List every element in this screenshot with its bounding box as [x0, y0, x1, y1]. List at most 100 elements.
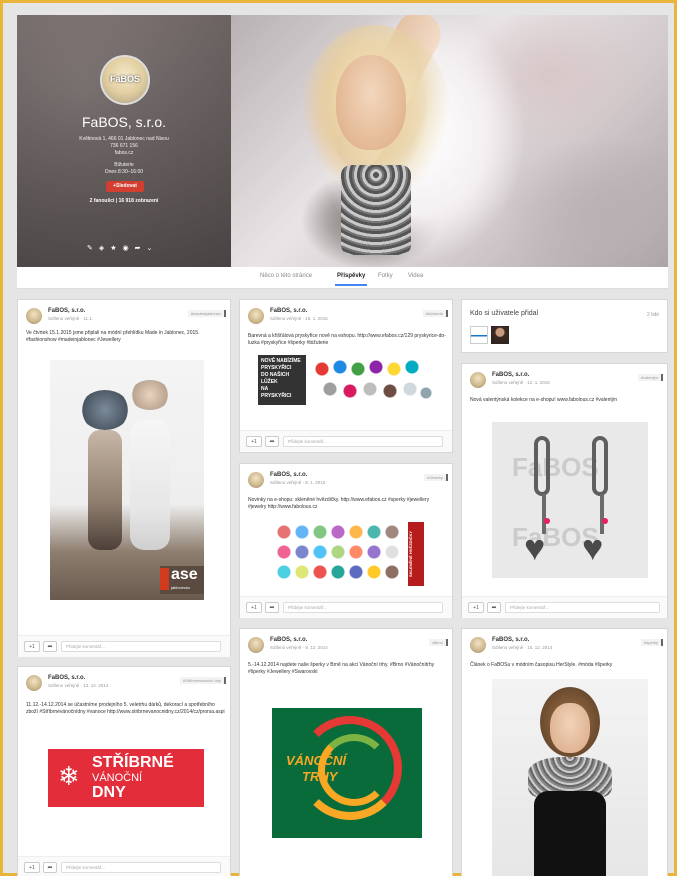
cover-photo: [231, 15, 668, 267]
post-photo[interactable]: FaBOS FaBOS ♥ ♥: [492, 422, 648, 578]
profile-hours: Dnes 8:30–16:00: [104, 169, 144, 175]
post-footer: +1 ➦ Přidejte komentář...: [462, 596, 667, 618]
map-pin-icon[interactable]: ◈: [99, 244, 104, 252]
post-text: Barevná a křišťálová pryskyřice nově na …: [248, 333, 446, 346]
post-card: FaBOS, s.r.o. Sdíleno veřejně · 13. 12. …: [17, 666, 231, 876]
author-avatar[interactable]: [26, 308, 42, 324]
post-card: FaBOS, s.r.o. Sdíleno veřejně · 15. 12. …: [461, 628, 668, 876]
post-text: 11.12.-14.12.2014 se účastníme prodejníh…: [26, 702, 225, 715]
tab-posts[interactable]: Příspěvky: [334, 273, 368, 286]
logo-line: TRHY: [302, 769, 338, 784]
post-photo[interactable]: ase jablonecko: [50, 360, 204, 600]
post-photo[interactable]: NOVĚ NABÍZÍME PRYSKYŘICI DO NAŠICH LŮŽEK…: [258, 355, 436, 405]
post-photo[interactable]: VÁNOČNÍ TRHY: [272, 708, 422, 838]
author-avatar[interactable]: [248, 637, 264, 653]
post-card: FaBOS, s.r.o. Sdíleno veřejně · 9. 12. 2…: [239, 628, 453, 876]
share-button[interactable]: ➦: [265, 602, 279, 613]
star-icon[interactable]: ★: [110, 244, 116, 252]
share-icon: ➦: [491, 605, 497, 611]
logo-line: VÁNOČNÍ: [92, 772, 143, 784]
share-icon: ➦: [269, 439, 275, 445]
share-icon[interactable]: ➦: [135, 244, 141, 252]
post-author[interactable]: FaBOS, s.r.o.: [492, 372, 529, 378]
followers-count: 2 lidé: [647, 312, 659, 318]
post-hashtag[interactable]: #Brno: [429, 639, 448, 646]
plus-one-button[interactable]: +1: [246, 436, 262, 447]
post-hashtag[interactable]: #valentýn: [637, 374, 663, 381]
comment-input[interactable]: Přidejte komentář...: [61, 641, 221, 652]
post-hashtag[interactable]: #Jewelry: [424, 474, 448, 481]
avatar[interactable]: FaBOS: [100, 55, 150, 105]
follow-button[interactable]: +Sledovat: [106, 181, 144, 192]
share-icon: ➦: [47, 865, 53, 871]
post-author[interactable]: FaBOS, s.r.o.: [48, 675, 85, 681]
page-title: FaBOS, s.r.o.: [81, 114, 167, 130]
camera-icon[interactable]: ◉: [123, 244, 129, 252]
share-icon: ➦: [47, 644, 53, 650]
author-avatar[interactable]: [248, 308, 264, 324]
plus-one-button[interactable]: +1: [468, 602, 484, 613]
tab-bar: Něco o této stránce Příspěvky Fotky Vide…: [17, 267, 668, 289]
follower-avatar[interactable]: [470, 326, 488, 344]
share-button[interactable]: ➦: [43, 641, 57, 652]
post-author[interactable]: FaBOS, s.r.o.: [270, 637, 307, 643]
tab-photos[interactable]: Fotky: [378, 273, 393, 279]
photo-hat: [80, 390, 130, 430]
follower-avatar[interactable]: [491, 326, 509, 344]
post-photo[interactable]: [492, 679, 648, 876]
profile-website[interactable]: fabos.cz: [17, 150, 231, 156]
share-button[interactable]: ➦: [265, 436, 279, 447]
stars-banner: SKLENĚNÉ HVĚZDIČKY: [408, 522, 424, 586]
photo-model-right: [130, 420, 170, 550]
follow-label: Sledovat: [116, 183, 137, 189]
profile-phone[interactable]: 736 671 156: [17, 143, 231, 149]
share-button[interactable]: ➦: [43, 862, 57, 873]
plus-one-button[interactable]: +1: [246, 602, 262, 613]
logo-line: STŘÍBRNÉ: [92, 754, 174, 771]
tab-about[interactable]: Něco o této stránce: [260, 273, 312, 279]
post-meta: Sdíleno veřejně · 11.1.: [48, 316, 93, 321]
post-card: FaBOS, s.r.o. Sdíleno veřejně · 11.1. #m…: [17, 299, 231, 657]
plus-one-button[interactable]: +1: [24, 641, 40, 652]
tab-videos[interactable]: Videa: [408, 273, 423, 279]
post-meta: Sdíleno veřejně · 12. 1. 2015: [492, 380, 550, 385]
resin-stones: [310, 357, 434, 403]
logo-line: DNY: [92, 784, 126, 801]
post-author[interactable]: FaBOS, s.r.o.: [270, 308, 307, 314]
post-meta: Sdíleno veřejně · 9. 12. 2014: [270, 645, 328, 650]
comment-input[interactable]: Přidejte komentář...: [283, 602, 443, 613]
post-text: Nová valentýnská kolekce na e-shopu! www…: [470, 397, 618, 403]
author-avatar[interactable]: [470, 372, 486, 388]
page-frame: FaBOS FaBOS, s.r.o. Květinová 1, 466 01 …: [0, 0, 677, 876]
post-hashtag[interactable]: #Stříbrnévánoční dny: [179, 677, 226, 684]
author-avatar[interactable]: [470, 637, 486, 653]
profile-address: Květinová 1, 466 01 Jablonec nad Nisou: [79, 136, 169, 142]
share-button[interactable]: ➦: [487, 602, 501, 613]
post-photo[interactable]: ❄ STŘÍBRNÉ VÁNOČNÍ DNY: [48, 749, 204, 807]
post-author[interactable]: FaBOS, s.r.o.: [270, 472, 307, 478]
post-hashtag[interactable]: #bižuterie: [422, 310, 448, 317]
post-hashtag[interactable]: #šperky: [640, 639, 663, 646]
post-card: FaBOS, s.r.o. Sdíleno veřejně · 8. 1. 20…: [239, 463, 453, 618]
comment-input[interactable]: Přidejte komentář...: [283, 436, 443, 447]
pencil-icon[interactable]: ✎: [87, 244, 93, 252]
profile-category: Bižuterie: [114, 162, 134, 168]
comment-input[interactable]: Přidejte komentář...: [505, 602, 660, 613]
author-avatar[interactable]: [248, 472, 264, 488]
cover: FaBOS FaBOS, s.r.o. Květinová 1, 466 01 …: [17, 15, 668, 267]
logo-line: VÁNOČNÍ: [286, 753, 346, 768]
post-hashtag[interactable]: #madeinjablonec: [187, 310, 226, 317]
post-text: Ve čtvrtek 15.1.2015 jsme připlali na mó…: [26, 330, 200, 343]
post-photo[interactable]: SKLENĚNÉ HVĚZDIČKY: [274, 522, 424, 586]
photo-necklace: [341, 165, 411, 255]
followers-card: Kdo si uživatele přidal 2 lidé: [461, 299, 668, 353]
snowflake-icon: ❄: [58, 761, 80, 791]
earring-hook: [534, 436, 550, 496]
post-author[interactable]: FaBOS, s.r.o.: [48, 308, 85, 314]
author-avatar[interactable]: [26, 675, 42, 691]
post-author[interactable]: FaBOS, s.r.o.: [492, 637, 529, 643]
banner-line: PRYSKYŘICI: [261, 393, 292, 399]
comment-input[interactable]: Přidejte komentář...: [61, 862, 221, 873]
plus-one-button[interactable]: +1: [24, 862, 40, 873]
chevron-down-icon[interactable]: ⌄: [147, 244, 153, 252]
